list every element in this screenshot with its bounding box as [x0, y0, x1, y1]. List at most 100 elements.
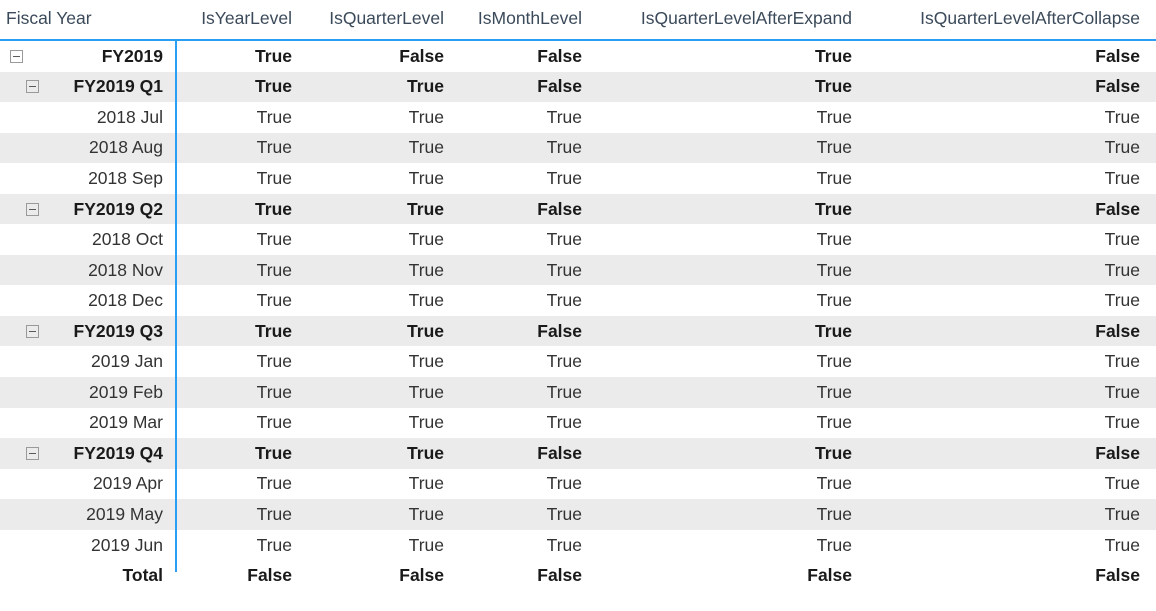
cell-is_year_level[interactable]: True	[175, 46, 292, 67]
row-header-cell[interactable]: 2018 Jul	[0, 107, 175, 128]
cell-is_year_level[interactable]: True	[175, 137, 292, 158]
cell-is_quarter_level_after_collapse[interactable]: False	[852, 443, 1140, 464]
cell-is_quarter_level[interactable]: True	[292, 535, 444, 556]
cell-is_quarter_level[interactable]: False	[292, 565, 444, 586]
table-row[interactable]: FY2019 Q2TrueTrueFalseTrueFalse	[0, 194, 1156, 225]
row-header-cell[interactable]: FY2019 Q1	[0, 76, 175, 97]
table-row[interactable]: 2018 DecTrueTrueTrueTrueTrue	[0, 285, 1156, 316]
cell-is_month_level[interactable]: True	[444, 351, 582, 372]
cell-is_month_level[interactable]: False	[444, 199, 582, 220]
cell-is_quarter_level[interactable]: True	[292, 76, 444, 97]
cell-is_quarter_level_after_collapse[interactable]: True	[852, 412, 1140, 433]
cell-is_quarter_level_after_expand[interactable]: True	[582, 46, 852, 67]
cell-is_month_level[interactable]: True	[444, 382, 582, 403]
cell-is_quarter_level[interactable]: True	[292, 412, 444, 433]
cell-is_year_level[interactable]: True	[175, 504, 292, 525]
column-header-fiscal_year[interactable]: Fiscal Year	[0, 0, 175, 33]
cell-is_quarter_level_after_expand[interactable]: True	[582, 199, 852, 220]
cell-is_month_level[interactable]: True	[444, 168, 582, 189]
cell-is_quarter_level_after_expand[interactable]: True	[582, 473, 852, 494]
cell-is_quarter_level_after_expand[interactable]: True	[582, 535, 852, 556]
table-row[interactable]: 2019 AprTrueTrueTrueTrueTrue	[0, 469, 1156, 500]
row-header-cell[interactable]: FY2019 Q2	[0, 199, 175, 220]
row-header-cell[interactable]: 2018 Nov	[0, 260, 175, 281]
cell-is_quarter_level_after_expand[interactable]: True	[582, 168, 852, 189]
row-header-cell[interactable]: FY2019 Q4	[0, 443, 175, 464]
cell-is_month_level[interactable]: True	[444, 229, 582, 250]
cell-is_quarter_level_after_expand[interactable]: True	[582, 260, 852, 281]
cell-is_month_level[interactable]: True	[444, 290, 582, 311]
cell-is_year_level[interactable]: True	[175, 199, 292, 220]
table-row[interactable]: FY2019 Q1TrueTrueFalseTrueFalse	[0, 72, 1156, 103]
cell-is_quarter_level_after_expand[interactable]: True	[582, 229, 852, 250]
cell-is_quarter_level_after_expand[interactable]: True	[582, 107, 852, 128]
collapse-minus-icon[interactable]	[10, 50, 23, 63]
cell-is_year_level[interactable]: True	[175, 412, 292, 433]
cell-is_quarter_level[interactable]: True	[292, 199, 444, 220]
cell-is_quarter_level_after_expand[interactable]: True	[582, 443, 852, 464]
cell-is_quarter_level_after_expand[interactable]: True	[582, 76, 852, 97]
row-header-cell[interactable]: 2019 Jan	[0, 351, 175, 372]
cell-is_quarter_level_after_collapse[interactable]: True	[852, 168, 1140, 189]
cell-is_quarter_level_after_collapse[interactable]: True	[852, 473, 1140, 494]
table-row[interactable]: 2019 FebTrueTrueTrueTrueTrue	[0, 377, 1156, 408]
cell-is_month_level[interactable]: True	[444, 137, 582, 158]
column-header-is_month_level[interactable]: IsMonthLevel	[444, 0, 582, 33]
cell-is_quarter_level_after_expand[interactable]: True	[582, 351, 852, 372]
cell-is_year_level[interactable]: True	[175, 321, 292, 342]
cell-is_quarter_level_after_expand[interactable]: True	[582, 382, 852, 403]
cell-is_month_level[interactable]: False	[444, 76, 582, 97]
cell-is_year_level[interactable]: True	[175, 260, 292, 281]
cell-is_quarter_level_after_expand[interactable]: True	[582, 412, 852, 433]
table-row[interactable]: 2018 JulTrueTrueTrueTrueTrue	[0, 102, 1156, 133]
cell-is_month_level[interactable]: True	[444, 535, 582, 556]
table-row[interactable]: 2019 MarTrueTrueTrueTrueTrue	[0, 408, 1156, 439]
row-header-cell[interactable]: 2018 Dec	[0, 290, 175, 311]
cell-is_quarter_level[interactable]: True	[292, 473, 444, 494]
cell-is_quarter_level[interactable]: True	[292, 443, 444, 464]
cell-is_year_level[interactable]: True	[175, 107, 292, 128]
cell-is_quarter_level_after_expand[interactable]: False	[582, 565, 852, 586]
cell-is_quarter_level_after_collapse[interactable]: False	[852, 76, 1140, 97]
cell-is_quarter_level_after_collapse[interactable]: False	[852, 565, 1140, 586]
cell-is_year_level[interactable]: True	[175, 473, 292, 494]
row-header-cell[interactable]: 2018 Oct	[0, 229, 175, 250]
cell-is_quarter_level[interactable]: True	[292, 351, 444, 372]
table-row[interactable]: 2018 SepTrueTrueTrueTrueTrue	[0, 163, 1156, 194]
table-row[interactable]: 2019 MayTrueTrueTrueTrueTrue	[0, 499, 1156, 530]
row-header-cell[interactable]: 2019 Mar	[0, 412, 175, 433]
cell-is_quarter_level[interactable]: True	[292, 137, 444, 158]
cell-is_year_level[interactable]: True	[175, 535, 292, 556]
cell-is_month_level[interactable]: False	[444, 46, 582, 67]
cell-is_quarter_level_after_expand[interactable]: True	[582, 290, 852, 311]
collapse-minus-icon[interactable]	[26, 325, 39, 338]
column-header-is_quarter_level[interactable]: IsQuarterLevel	[292, 0, 444, 33]
cell-is_year_level[interactable]: True	[175, 382, 292, 403]
table-row[interactable]: 2018 OctTrueTrueTrueTrueTrue	[0, 224, 1156, 255]
cell-is_month_level[interactable]: True	[444, 260, 582, 281]
cell-is_quarter_level[interactable]: True	[292, 260, 444, 281]
cell-is_quarter_level[interactable]: True	[292, 229, 444, 250]
cell-is_month_level[interactable]: False	[444, 443, 582, 464]
cell-is_year_level[interactable]: True	[175, 168, 292, 189]
row-header-cell[interactable]: 2018 Aug	[0, 137, 175, 158]
column-header-is_quarter_level_after_expand[interactable]: IsQuarterLevelAfterExpand	[582, 0, 852, 33]
cell-is_quarter_level[interactable]: True	[292, 382, 444, 403]
table-row[interactable]: FY2019 Q3TrueTrueFalseTrueFalse	[0, 316, 1156, 347]
table-row[interactable]: 2018 NovTrueTrueTrueTrueTrue	[0, 255, 1156, 286]
row-header-cell[interactable]: FY2019 Q3	[0, 321, 175, 342]
cell-is_year_level[interactable]: True	[175, 290, 292, 311]
row-header-cell[interactable]: FY2019	[0, 46, 175, 67]
cell-is_quarter_level[interactable]: True	[292, 168, 444, 189]
cell-is_quarter_level_after_collapse[interactable]: True	[852, 535, 1140, 556]
table-row[interactable]: FY2019TrueFalseFalseTrueFalse	[0, 41, 1156, 72]
cell-is_quarter_level_after_collapse[interactable]: True	[852, 260, 1140, 281]
column-header-is_year_level[interactable]: IsYearLevel	[175, 0, 292, 33]
row-header-cell[interactable]: Total	[0, 565, 175, 586]
row-header-cell[interactable]: 2019 Apr	[0, 473, 175, 494]
cell-is_quarter_level_after_collapse[interactable]: False	[852, 46, 1140, 67]
cell-is_quarter_level_after_collapse[interactable]: True	[852, 137, 1140, 158]
cell-is_quarter_level_after_collapse[interactable]: True	[852, 107, 1140, 128]
cell-is_month_level[interactable]: True	[444, 412, 582, 433]
cell-is_year_level[interactable]: True	[175, 443, 292, 464]
